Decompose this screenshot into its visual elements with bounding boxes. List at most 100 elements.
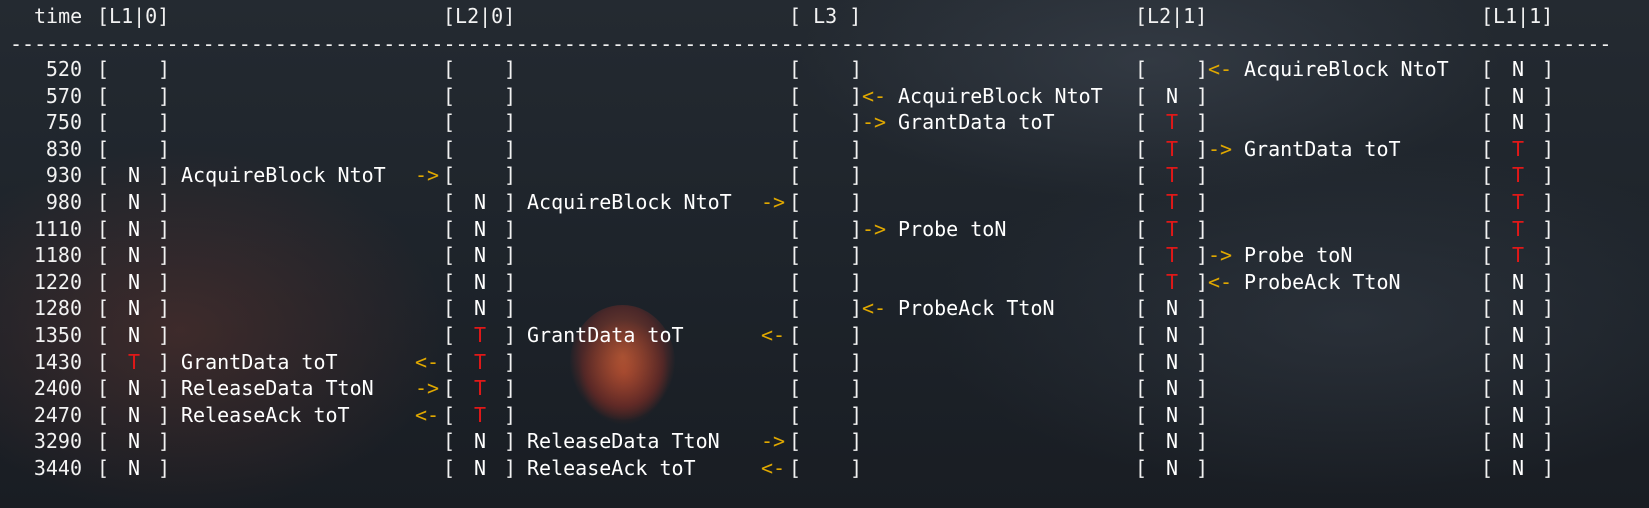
- message-label: ReleaseData TtoN: [181, 376, 374, 401]
- bracket-open: [: [443, 216, 456, 241]
- bracket-open: [: [97, 190, 110, 214]
- bracket-close: ]: [1542, 323, 1555, 347]
- bracket-close: ]: [504, 110, 517, 135]
- bracket-open: [: [443, 376, 456, 401]
- state-cell: N: [1166, 429, 1179, 454]
- bracket-open: [: [1481, 57, 1494, 81]
- bracket-close: ]: [158, 216, 171, 241]
- bracket-open: [: [1135, 136, 1148, 161]
- bracket-close: ]: [158, 456, 171, 480]
- arrow-left-icon: <-: [415, 349, 440, 374]
- bracket-close: ]: [1196, 136, 1209, 161]
- bracket-close: ]: [1196, 57, 1209, 81]
- bracket-close: ]: [1542, 136, 1555, 161]
- message-label: GrantData toT: [527, 323, 684, 347]
- state-cell: N: [1512, 456, 1525, 480]
- message-label: ReleaseData TtoN: [527, 429, 720, 454]
- bracket-open: [: [97, 269, 110, 294]
- state-cell: N: [1512, 376, 1525, 401]
- bracket-open: [: [97, 376, 110, 401]
- message-label: ProbeAck TtoN: [898, 296, 1055, 321]
- state-cell: T: [1166, 190, 1179, 214]
- bracket-close: ]: [158, 57, 171, 81]
- bracket-open: [: [789, 57, 802, 81]
- bracket-close: ]: [1196, 243, 1209, 268]
- row-time: 1220: [33, 269, 82, 294]
- bracket-open: [: [1135, 456, 1148, 480]
- bracket-close: ]: [1542, 163, 1555, 188]
- bracket-open: [: [443, 110, 456, 135]
- state-cell: N: [1512, 402, 1525, 427]
- bracket-open: [: [789, 349, 802, 374]
- state-cell: N: [1166, 323, 1179, 347]
- bracket-open: [: [789, 83, 802, 108]
- row-time: 520: [45, 57, 82, 81]
- bracket-open: [: [97, 136, 110, 161]
- bracket-open: [: [443, 243, 456, 268]
- bracket-close: ]: [850, 110, 863, 135]
- bracket-open: [: [443, 349, 456, 374]
- arrow-right-icon: ->: [761, 190, 786, 214]
- bracket-open: [: [1481, 402, 1494, 427]
- bracket-close: ]: [1542, 296, 1555, 321]
- bracket-close: ]: [158, 349, 171, 374]
- bracket-open: [: [789, 323, 802, 347]
- header-divider: ----------------------------------------…: [10, 40, 1610, 48]
- row-time: 570: [45, 83, 82, 108]
- bracket-open: [: [1481, 243, 1494, 268]
- state-cell: N: [128, 216, 141, 241]
- state-cell: T: [1166, 163, 1179, 188]
- bracket-open: [: [789, 110, 802, 135]
- state-cell: T: [474, 349, 487, 374]
- state-cell: N: [128, 429, 141, 454]
- bracket-open: [: [97, 323, 110, 347]
- bracket-close: ]: [504, 456, 517, 480]
- bracket-close: ]: [1196, 110, 1209, 135]
- row-time: 1110: [33, 216, 82, 241]
- row-time: 980: [45, 190, 82, 214]
- message-label: AcquireBlock NtoT: [527, 190, 732, 214]
- arrow-right-icon: ->: [1208, 136, 1233, 161]
- bracket-close: ]: [504, 323, 517, 347]
- bracket-close: ]: [1196, 402, 1209, 427]
- state-cell: N: [1512, 83, 1525, 108]
- message-label: AcquireBlock NtoT: [1244, 57, 1449, 81]
- bracket-open: [: [789, 190, 802, 214]
- bracket-close: ]: [1542, 376, 1555, 401]
- bracket-open: [: [1135, 269, 1148, 294]
- bracket-close: ]: [504, 190, 517, 214]
- bracket-open: [: [789, 376, 802, 401]
- row-time: 1280: [33, 296, 82, 321]
- bracket-open: [: [1481, 456, 1494, 480]
- state-cell: N: [1166, 456, 1179, 480]
- bracket-open: [: [1481, 376, 1494, 401]
- state-cell: N: [1166, 296, 1179, 321]
- bracket-open: [: [97, 163, 110, 188]
- state-cell: T: [474, 323, 487, 347]
- bracket-open: [: [789, 429, 802, 454]
- bracket-close: ]: [504, 402, 517, 427]
- bracket-close: ]: [504, 163, 517, 188]
- arrow-right-icon: ->: [862, 110, 887, 135]
- state-cell: N: [474, 243, 487, 268]
- bracket-close: ]: [850, 57, 863, 81]
- bracket-close: ]: [850, 190, 863, 214]
- state-cell: N: [128, 163, 141, 188]
- state-cell: N: [474, 296, 487, 321]
- message-label: Probe toN: [898, 216, 1007, 241]
- arrow-right-icon: ->: [415, 376, 440, 401]
- state-cell: N: [128, 402, 141, 427]
- bracket-close: ]: [850, 429, 863, 454]
- row-time: 2400: [33, 376, 82, 401]
- bracket-open: [: [1481, 110, 1494, 135]
- bracket-open: [: [1135, 323, 1148, 347]
- state-cell: N: [128, 269, 141, 294]
- bracket-close: ]: [504, 296, 517, 321]
- bracket-open: [: [97, 216, 110, 241]
- bracket-close: ]: [504, 243, 517, 268]
- bracket-close: ]: [158, 323, 171, 347]
- bracket-close: ]: [1542, 110, 1555, 135]
- bracket-open: [: [1135, 163, 1148, 188]
- state-cell: N: [128, 243, 141, 268]
- state-cell: N: [1512, 296, 1525, 321]
